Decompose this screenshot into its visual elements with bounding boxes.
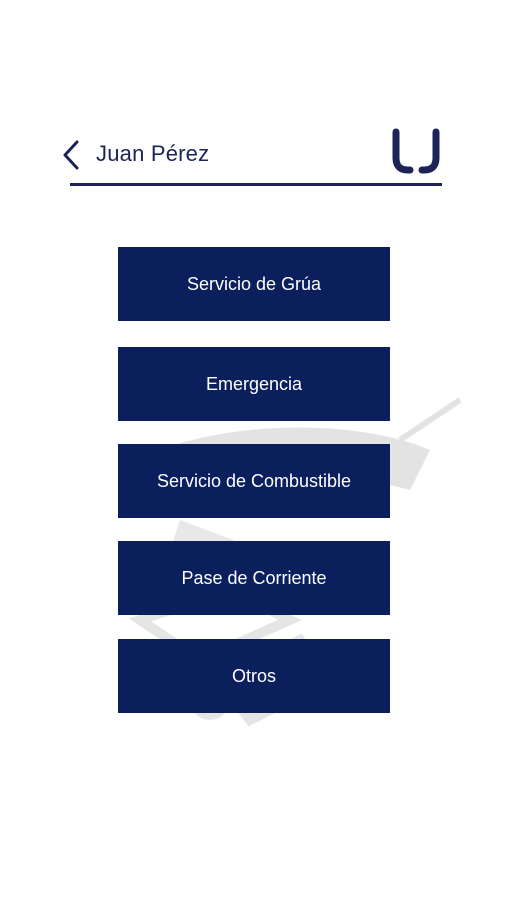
jump-start-button[interactable]: Pase de Corriente [118,541,390,615]
other-button[interactable]: Otros [118,639,390,713]
header-divider [70,183,442,186]
header: Juan Pérez [0,0,507,200]
user-name: Juan Pérez [96,141,210,166]
tow-service-button[interactable]: Servicio de Grúa [118,247,390,321]
brand-logo-icon [392,128,440,174]
fuel-service-button[interactable]: Servicio de Combustible [118,444,390,518]
chevron-left-icon[interactable] [58,138,86,172]
emergency-button[interactable]: Emergencia [118,347,390,421]
